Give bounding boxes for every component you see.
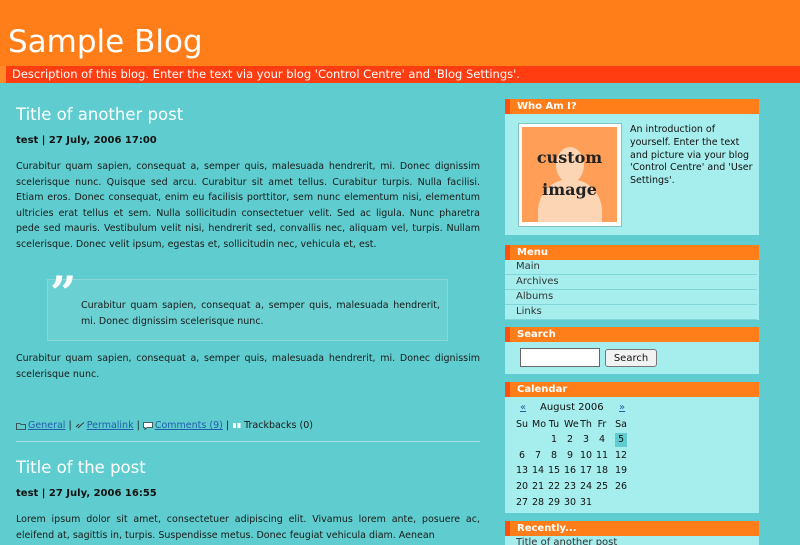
about-widget-header: Who Am I? [505,99,759,114]
calendar-weekday: Su [516,419,529,430]
calendar-day[interactable]: 4 [596,433,608,447]
calendar-day[interactable]: 24 [580,480,592,494]
post-meta: test | 27 July, 2006 17:00 [16,135,157,146]
recent-post-link[interactable]: Title of another post [516,537,617,545]
calendar-weekday: We [564,419,579,430]
calendar-weekday: Th [580,419,592,430]
calendar-heading: Calendar [517,384,568,395]
calendar-day[interactable]: 10 [580,449,592,463]
calendar-day[interactable]: 17 [580,464,592,478]
calendar-day[interactable]: 1 [548,433,560,447]
calendar-weekday: Tu [548,419,560,430]
calendar-next-link[interactable]: » [619,402,625,413]
search-input[interactable] [520,348,600,367]
image-placeholder-text: image [542,180,597,199]
comments-link[interactable]: Comments (9) [155,420,223,431]
calendar-day[interactable]: 27 [516,496,528,510]
blog-description: Description of this blog. Enter the text… [12,67,520,81]
calendar-day[interactable]: 8 [548,449,560,463]
calendar-widget-header: Calendar [505,382,759,397]
recent-widget-header: Recently... [505,521,759,536]
post-title[interactable]: Title of the post [16,457,146,479]
calendar-day[interactable]: 20 [516,480,528,494]
calendar-day[interactable]: 15 [548,464,560,478]
calendar-day[interactable]: 19 [615,464,627,478]
post-meta: test | 27 July, 2006 16:55 [16,488,157,499]
calendar-day[interactable]: 29 [548,496,560,510]
calendar-day[interactable]: 14 [532,464,544,478]
separator: | [225,420,230,431]
post-paragraph: Curabitur quam sapien, consequat a, semp… [16,353,480,380]
calendar-day[interactable]: 13 [516,464,528,478]
calendar-day[interactable]: 11 [596,449,608,463]
calendar-weekday: Mo [532,419,547,430]
profile-image [522,127,617,222]
trackback-icon [233,422,241,428]
trackbacks-text: Trackbacks (0) [244,420,313,431]
separator: | [136,420,140,431]
calendar-prev-link[interactable]: « [520,402,526,413]
post-paragraph: Lorem ipsum dolor sit amet, consectetuer… [16,514,480,541]
link-icon [75,421,85,428]
quote-icon: ” [50,266,77,320]
menu-item-links[interactable]: Links [505,305,757,320]
calendar-day[interactable]: 6 [516,449,528,463]
calendar-day[interactable]: 31 [580,496,592,510]
menu-item-albums[interactable]: Albums [505,290,757,305]
post-footer: General | Permalink | Comments (9) | Tra… [16,419,313,433]
calendar-day[interactable]: 22 [548,480,560,494]
calendar-day[interactable]: 5 [615,433,627,447]
post-divider [16,441,480,442]
calendar-day[interactable]: 16 [564,464,576,478]
calendar-day[interactable]: 21 [532,480,544,494]
calendar-day[interactable]: 28 [532,496,544,510]
folder-icon [16,422,26,430]
separator: | [68,420,72,431]
post-paragraph: Curabitur quam sapien, consequat a, semp… [16,161,480,250]
menu-heading: Menu [517,247,548,258]
post-title[interactable]: Title of another post [16,104,183,126]
calendar-day[interactable]: 30 [564,496,576,510]
menu-widget-header: Menu [505,245,759,260]
calendar-day[interactable]: 26 [615,480,627,494]
calendar-day[interactable]: 12 [615,449,627,463]
calendar-day[interactable]: 23 [564,480,576,494]
blog-title[interactable]: Sample Blog [8,22,203,62]
category-link[interactable]: General [28,420,65,431]
menu-item-main[interactable]: Main [505,260,757,275]
about-heading: Who Am I? [517,101,577,112]
calendar-month: August 2006 [540,402,604,413]
image-placeholder-text: custom [536,148,603,167]
calendar-day[interactable]: 7 [532,449,544,463]
blockquote-text: Curabitur quam sapien, consequat a, semp… [81,300,440,327]
search-button[interactable]: Search [605,349,657,367]
calendar-weekday: Sa [615,419,627,430]
about-text: An introduction of yourself. Enter the t… [630,124,753,187]
calendar-weekday: Fr [597,419,607,430]
calendar-day[interactable]: 2 [564,433,576,447]
comment-icon [142,421,153,430]
search-heading: Search [517,329,556,340]
calendar-day[interactable]: 18 [596,464,608,478]
recent-heading: Recently... [517,523,577,534]
calendar-day[interactable]: 3 [580,433,592,447]
permalink-link[interactable]: Permalink [87,420,134,431]
menu-item-archives[interactable]: Archives [505,275,757,290]
calendar-day[interactable]: 25 [596,480,608,494]
calendar-day[interactable]: 9 [564,449,576,463]
search-widget-header: Search [505,327,759,342]
